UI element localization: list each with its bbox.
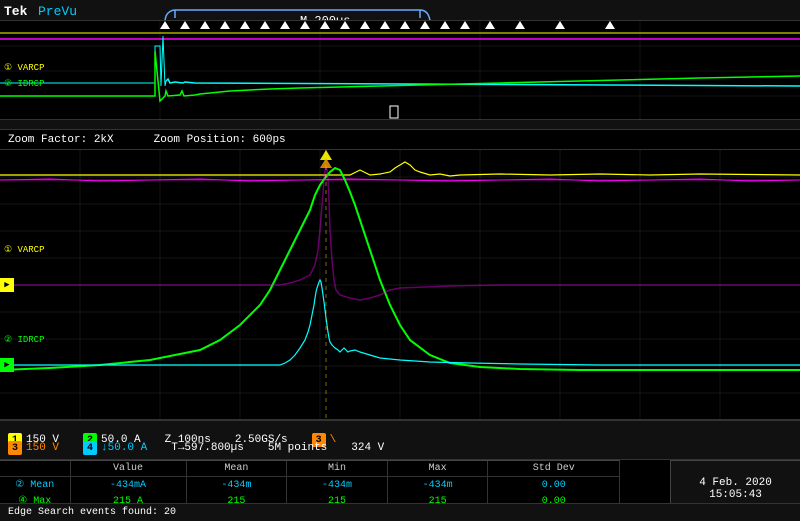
col-header-min: Min <box>287 461 388 477</box>
main-scope: ① VARCP ② IDRCP ▶ ▶ <box>0 150 800 420</box>
t-label: T→597.800µs <box>171 442 244 454</box>
ch4-status: 4 ↓50.0 A <box>83 441 155 455</box>
meas-ch2-value: -434mA <box>70 477 186 494</box>
ch2-arrow-indicator: ▶ <box>0 358 14 372</box>
col-header-stddev: Std Dev <box>488 461 620 477</box>
meas-ch2-max: -434m <box>387 477 488 494</box>
ch1-arrow-indicator: ▶ <box>0 278 14 292</box>
time-display: 15:05:43 <box>709 489 762 501</box>
ch1-main-label: ① VARCP <box>4 245 44 255</box>
edge-search-text: Edge Search events found: 20 <box>8 507 176 518</box>
pts-label: 5M points <box>268 442 327 454</box>
col-header-max: Max <box>387 461 488 477</box>
zoom-factor-label: Zoom Factor: 2kX <box>8 134 114 146</box>
edge-search-bar: Edge Search events found: 20 <box>0 503 800 521</box>
tek-brand: Tek <box>4 4 27 19</box>
meas-ch2-stddev: 0.00 <box>488 477 620 494</box>
ch1-overview-label: ① VARCP <box>4 63 44 73</box>
col-header-value: Value <box>70 461 186 477</box>
ch4-value: ↓50.0 A <box>101 442 147 454</box>
ch2-overview-label: ② IDRCP <box>4 79 44 89</box>
col-header-mean: Mean <box>186 461 287 477</box>
status-row2: 3 150 V 4 ↓50.0 A T→597.800µs 5M points … <box>8 441 392 455</box>
zoom-bar: Zoom Factor: 2kX Zoom Position: 600ps <box>0 130 800 150</box>
overview-svg <box>0 21 800 119</box>
ch3b-number: 3 <box>8 441 22 455</box>
main-waveform-svg <box>0 150 800 419</box>
date-display: 4 Feb. 2020 <box>699 477 772 489</box>
zoom-position-label: Zoom Position: 600ps <box>154 134 286 146</box>
status-bar: 1 150 V 2 50.0 A Z 100ns 2.50GS/s 3 \ 3 … <box>0 420 800 460</box>
ch3b-status: 3 150 V <box>8 441 67 455</box>
meas-ch2-label: ② Mean <box>0 477 70 494</box>
prevu-label: PreVu <box>38 4 77 19</box>
ch2-main-label: ② IDRCP <box>4 335 44 345</box>
meas-row-mean: ② Mean -434mA -434m -434m -434m 0.00 <box>0 477 620 494</box>
meas-ch2-min: -434m <box>287 477 388 494</box>
ch3b-val-label: 324 V <box>351 442 384 454</box>
col-header-empty <box>0 461 70 477</box>
overview-section: Tek PreVu M 200µs <box>0 0 800 130</box>
ch3b-value: 150 V <box>26 442 59 454</box>
overview-waveform: ① VARCP ② IDRCP <box>0 20 800 120</box>
ch4-number: 4 <box>83 441 97 455</box>
meas-ch2-mean: -434m <box>186 477 287 494</box>
